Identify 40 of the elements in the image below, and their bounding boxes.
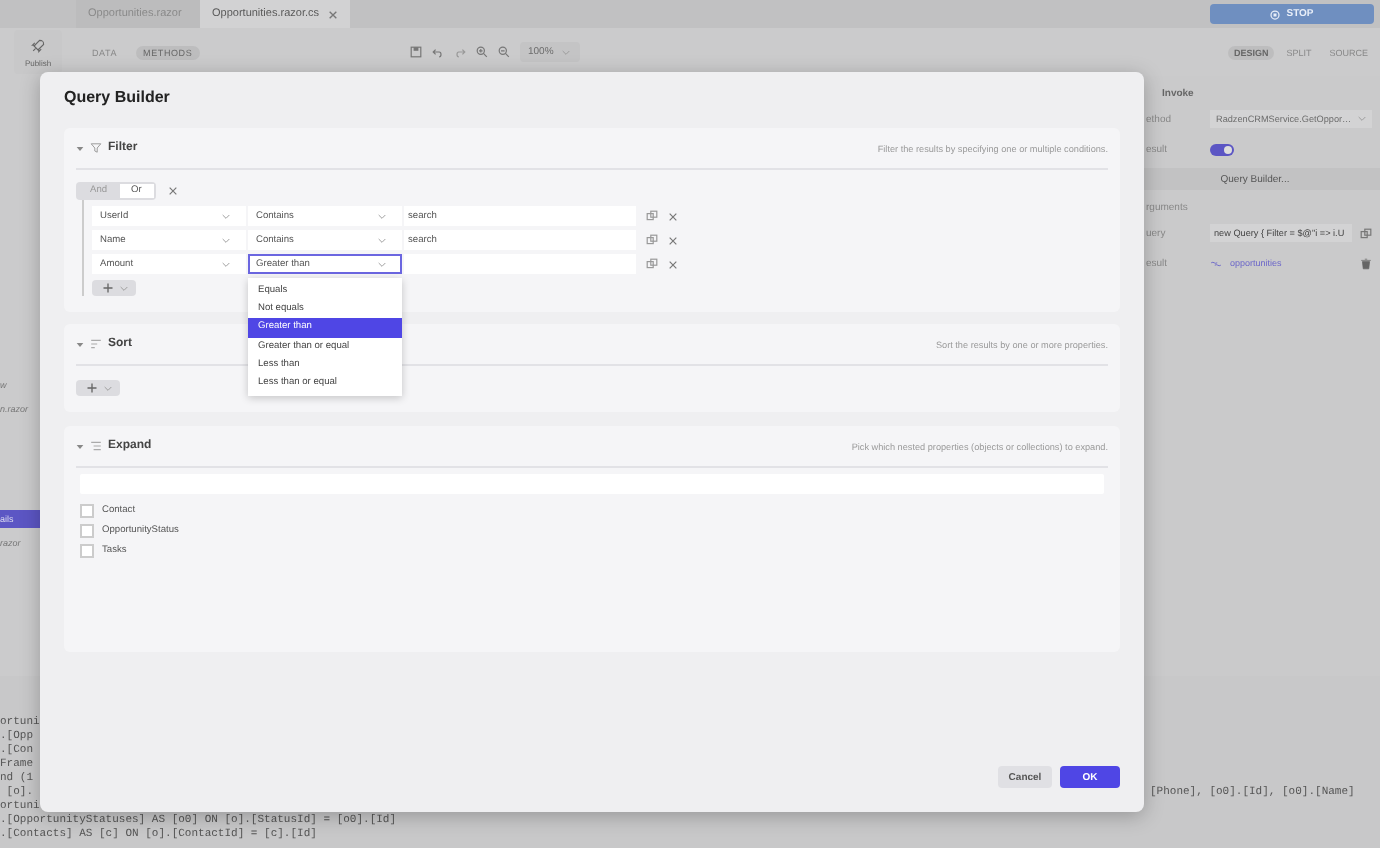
plus-icon	[101, 282, 113, 294]
copy-icon[interactable]	[1360, 227, 1372, 239]
caret-icon[interactable]	[76, 341, 84, 347]
chevron-icon	[222, 237, 230, 243]
chevron-icon	[378, 261, 386, 267]
close-icon[interactable]	[327, 9, 337, 19]
checkbox[interactable]	[80, 543, 94, 557]
dialog-title: Query Builder	[64, 86, 172, 110]
toggle-switch[interactable]	[1210, 143, 1234, 155]
undo-icon[interactable]	[432, 46, 444, 58]
add-button[interactable]	[92, 280, 136, 296]
stop-icon	[1270, 9, 1281, 19]
link-icon	[1210, 259, 1222, 267]
close-icon[interactable]	[167, 186, 178, 196]
close-icon[interactable]	[668, 259, 678, 269]
list-icon	[90, 440, 102, 452]
rocket-icon	[30, 37, 46, 53]
checkbox[interactable]	[80, 523, 94, 537]
checkbox[interactable]	[80, 503, 94, 517]
trash-icon[interactable]	[1360, 257, 1372, 269]
save-icon[interactable]	[410, 46, 422, 58]
chevron-icon	[103, 385, 111, 391]
chevron-icon	[378, 213, 386, 219]
chevron-icon	[378, 237, 386, 243]
filter-icon	[90, 142, 102, 154]
chevron-icon	[1358, 116, 1366, 122]
add-button[interactable]	[76, 380, 120, 396]
chevron-icon	[222, 261, 230, 267]
redo-icon[interactable]	[454, 46, 466, 58]
chevron-icon	[119, 285, 127, 291]
close-icon[interactable]	[668, 235, 678, 245]
value-field[interactable]	[404, 254, 636, 274]
caret-icon[interactable]	[76, 443, 84, 449]
zoom-out-icon[interactable]	[498, 46, 510, 58]
close-icon[interactable]	[668, 211, 678, 221]
plus-icon	[85, 382, 97, 394]
zoom-in-icon[interactable]	[476, 46, 488, 58]
chevron-icon	[222, 213, 230, 219]
sort-icon	[90, 338, 102, 350]
caret-icon[interactable]	[76, 145, 84, 151]
